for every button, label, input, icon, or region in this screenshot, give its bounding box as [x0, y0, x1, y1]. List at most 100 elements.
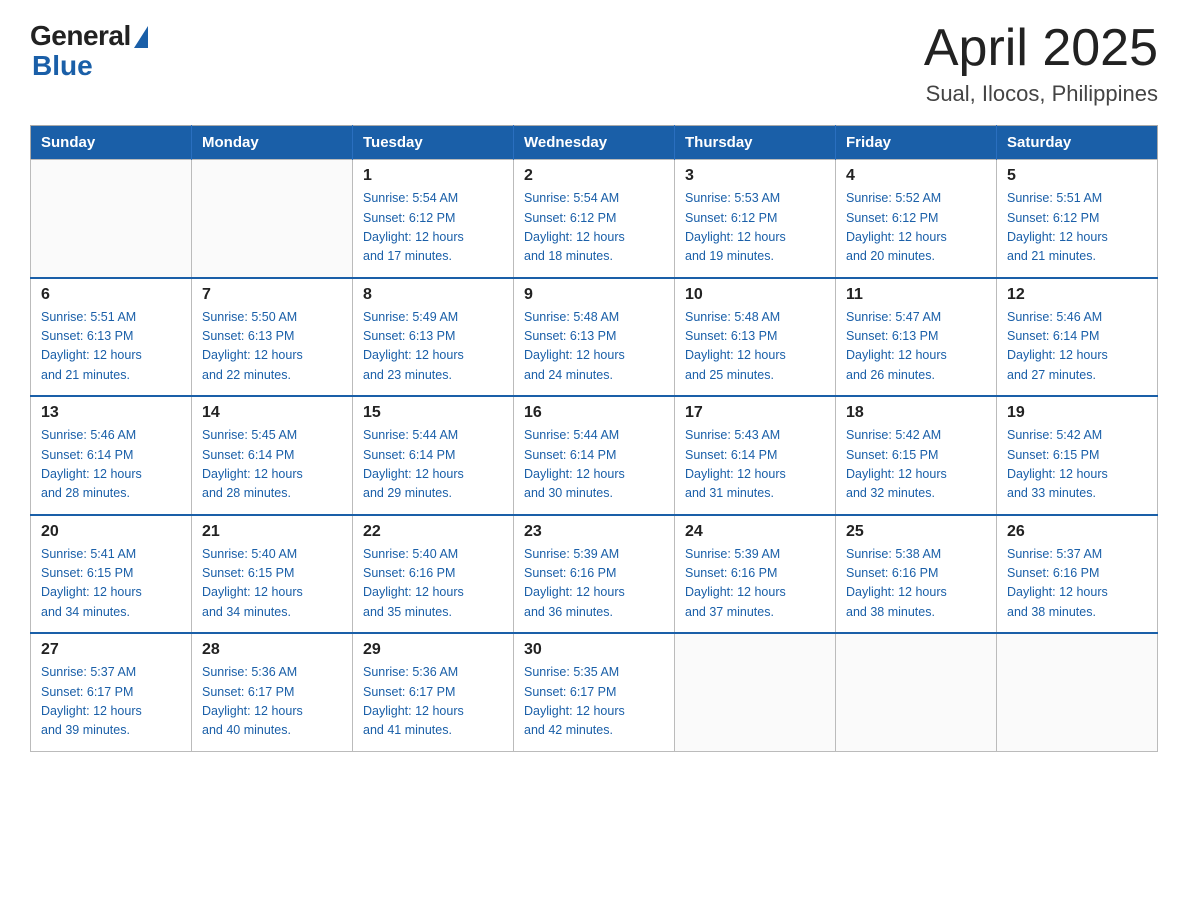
logo: General Blue [30, 20, 148, 82]
logo-blue-text: Blue [30, 50, 93, 82]
title-block: April 2025 Sual, Ilocos, Philippines [924, 20, 1158, 107]
calendar-cell [836, 633, 997, 751]
day-number: 12 [1007, 286, 1147, 304]
calendar-day-header: Wednesday [514, 126, 675, 160]
calendar-cell: 3 Sunrise: 5:53 AM Sunset: 6:12 PM Daylig… [675, 160, 836, 278]
day-number: 4 [846, 167, 986, 185]
calendar-cell: 24 Sunrise: 5:39 AM Sunset: 6:16 PM Dayli… [675, 515, 836, 634]
calendar-week-row: 20 Sunrise: 5:41 AM Sunset: 6:15 PM Dayli… [31, 515, 1158, 634]
day-number: 14 [202, 404, 342, 422]
day-number: 29 [363, 641, 503, 659]
day-info: Sunrise: 5:41 AM Sunset: 6:15 PM Dayligh… [41, 545, 181, 623]
day-info: Sunrise: 5:39 AM Sunset: 6:16 PM Dayligh… [524, 545, 664, 623]
calendar-table: SundayMondayTuesdayWednesdayThursdayFrid… [30, 125, 1158, 752]
calendar-cell: 6 Sunrise: 5:51 AM Sunset: 6:13 PM Daylig… [31, 278, 192, 397]
calendar-cell: 20 Sunrise: 5:41 AM Sunset: 6:15 PM Dayli… [31, 515, 192, 634]
day-info: Sunrise: 5:37 AM Sunset: 6:16 PM Dayligh… [1007, 545, 1147, 623]
day-info: Sunrise: 5:37 AM Sunset: 6:17 PM Dayligh… [41, 663, 181, 741]
calendar-cell: 21 Sunrise: 5:40 AM Sunset: 6:15 PM Dayli… [192, 515, 353, 634]
calendar-cell: 8Sunrise: 5:49 AM Sunset: 6:13 PM Daylig… [353, 278, 514, 397]
day-number: 9 [524, 286, 664, 304]
calendar-week-row: 6 Sunrise: 5:51 AM Sunset: 6:13 PM Daylig… [31, 278, 1158, 397]
day-number: 20 [41, 523, 181, 541]
calendar-cell: 18Sunrise: 5:42 AM Sunset: 6:15 PM Dayli… [836, 396, 997, 515]
day-number: 26 [1007, 523, 1147, 541]
day-number: 11 [846, 286, 986, 304]
day-info: Sunrise: 5:45 AM Sunset: 6:14 PM Dayligh… [202, 426, 342, 504]
calendar-cell: 23 Sunrise: 5:39 AM Sunset: 6:16 PM Dayli… [514, 515, 675, 634]
day-number: 1 [363, 167, 503, 185]
day-info: Sunrise: 5:49 AM Sunset: 6:13 PM Dayligh… [363, 308, 503, 386]
day-info: Sunrise: 5:52 AM Sunset: 6:12 PM Dayligh… [846, 189, 986, 267]
day-number: 2 [524, 167, 664, 185]
day-number: 30 [524, 641, 664, 659]
page-title: April 2025 [924, 20, 1158, 77]
calendar-day-header: Friday [836, 126, 997, 160]
day-info: Sunrise: 5:38 AM Sunset: 6:16 PM Dayligh… [846, 545, 986, 623]
day-number: 23 [524, 523, 664, 541]
calendar-cell [192, 160, 353, 278]
day-info: Sunrise: 5:53 AM Sunset: 6:12 PM Dayligh… [685, 189, 825, 267]
day-number: 6 [41, 286, 181, 304]
day-number: 19 [1007, 404, 1147, 422]
day-number: 24 [685, 523, 825, 541]
day-number: 21 [202, 523, 342, 541]
day-info: Sunrise: 5:48 AM Sunset: 6:13 PM Dayligh… [524, 308, 664, 386]
logo-triangle-icon [134, 26, 148, 48]
day-number: 22 [363, 523, 503, 541]
calendar-day-header: Sunday [31, 126, 192, 160]
calendar-cell: 27 Sunrise: 5:37 AM Sunset: 6:17 PM Dayli… [31, 633, 192, 751]
calendar-cell: 10 Sunrise: 5:48 AM Sunset: 6:13 PM Dayli… [675, 278, 836, 397]
day-info: Sunrise: 5:39 AM Sunset: 6:16 PM Dayligh… [685, 545, 825, 623]
day-info: Sunrise: 5:50 AM Sunset: 6:13 PM Dayligh… [202, 308, 342, 386]
day-info: Sunrise: 5:51 AM Sunset: 6:13 PM Dayligh… [41, 308, 181, 386]
day-number: 3 [685, 167, 825, 185]
calendar-cell [675, 633, 836, 751]
calendar-cell: 11 Sunrise: 5:47 AM Sunset: 6:13 PM Dayli… [836, 278, 997, 397]
calendar-day-header: Monday [192, 126, 353, 160]
day-number: 17 [685, 404, 825, 422]
day-info: Sunrise: 5:36 AM Sunset: 6:17 PM Dayligh… [363, 663, 503, 741]
day-info: Sunrise: 5:43 AM Sunset: 6:14 PM Dayligh… [685, 426, 825, 504]
day-info: Sunrise: 5:54 AM Sunset: 6:12 PM Dayligh… [363, 189, 503, 267]
calendar-cell: 16Sunrise: 5:44 AM Sunset: 6:14 PM Dayli… [514, 396, 675, 515]
calendar-cell [31, 160, 192, 278]
calendar-day-header: Saturday [997, 126, 1158, 160]
page-subtitle: Sual, Ilocos, Philippines [924, 81, 1158, 107]
day-number: 10 [685, 286, 825, 304]
day-info: Sunrise: 5:46 AM Sunset: 6:14 PM Dayligh… [1007, 308, 1147, 386]
calendar-week-row: 27 Sunrise: 5:37 AM Sunset: 6:17 PM Dayli… [31, 633, 1158, 751]
day-number: 27 [41, 641, 181, 659]
calendar-cell: 12 Sunrise: 5:46 AM Sunset: 6:14 PM Dayli… [997, 278, 1158, 397]
page-header: General Blue April 2025 Sual, Ilocos, Ph… [30, 20, 1158, 107]
logo-general-text: General [30, 20, 131, 52]
calendar-cell: 2Sunrise: 5:54 AM Sunset: 6:12 PM Daylig… [514, 160, 675, 278]
day-info: Sunrise: 5:46 AM Sunset: 6:14 PM Dayligh… [41, 426, 181, 504]
day-number: 7 [202, 286, 342, 304]
day-number: 13 [41, 404, 181, 422]
calendar-cell: 26 Sunrise: 5:37 AM Sunset: 6:16 PM Dayli… [997, 515, 1158, 634]
calendar-cell [997, 633, 1158, 751]
calendar-cell: 4 Sunrise: 5:52 AM Sunset: 6:12 PM Daylig… [836, 160, 997, 278]
calendar-day-header: Tuesday [353, 126, 514, 160]
calendar-cell: 7 Sunrise: 5:50 AM Sunset: 6:13 PM Daylig… [192, 278, 353, 397]
day-number: 5 [1007, 167, 1147, 185]
calendar-cell: 17 Sunrise: 5:43 AM Sunset: 6:14 PM Dayli… [675, 396, 836, 515]
day-number: 25 [846, 523, 986, 541]
day-info: Sunrise: 5:40 AM Sunset: 6:16 PM Dayligh… [363, 545, 503, 623]
calendar-week-row: 13 Sunrise: 5:46 AM Sunset: 6:14 PM Dayli… [31, 396, 1158, 515]
day-info: Sunrise: 5:48 AM Sunset: 6:13 PM Dayligh… [685, 308, 825, 386]
day-info: Sunrise: 5:40 AM Sunset: 6:15 PM Dayligh… [202, 545, 342, 623]
day-info: Sunrise: 5:44 AM Sunset: 6:14 PM Dayligh… [363, 426, 503, 504]
day-info: Sunrise: 5:47 AM Sunset: 6:13 PM Dayligh… [846, 308, 986, 386]
day-info: Sunrise: 5:42 AM Sunset: 6:15 PM Dayligh… [1007, 426, 1147, 504]
day-number: 18 [846, 404, 986, 422]
calendar-cell: 5Sunrise: 5:51 AM Sunset: 6:12 PM Daylig… [997, 160, 1158, 278]
calendar-cell: 9 Sunrise: 5:48 AM Sunset: 6:13 PM Daylig… [514, 278, 675, 397]
calendar-week-row: 1 Sunrise: 5:54 AM Sunset: 6:12 PM Daylig… [31, 160, 1158, 278]
day-info: Sunrise: 5:35 AM Sunset: 6:17 PM Dayligh… [524, 663, 664, 741]
calendar-cell: 22 Sunrise: 5:40 AM Sunset: 6:16 PM Dayli… [353, 515, 514, 634]
calendar-day-header: Thursday [675, 126, 836, 160]
calendar-cell: 25 Sunrise: 5:38 AM Sunset: 6:16 PM Dayli… [836, 515, 997, 634]
day-number: 28 [202, 641, 342, 659]
